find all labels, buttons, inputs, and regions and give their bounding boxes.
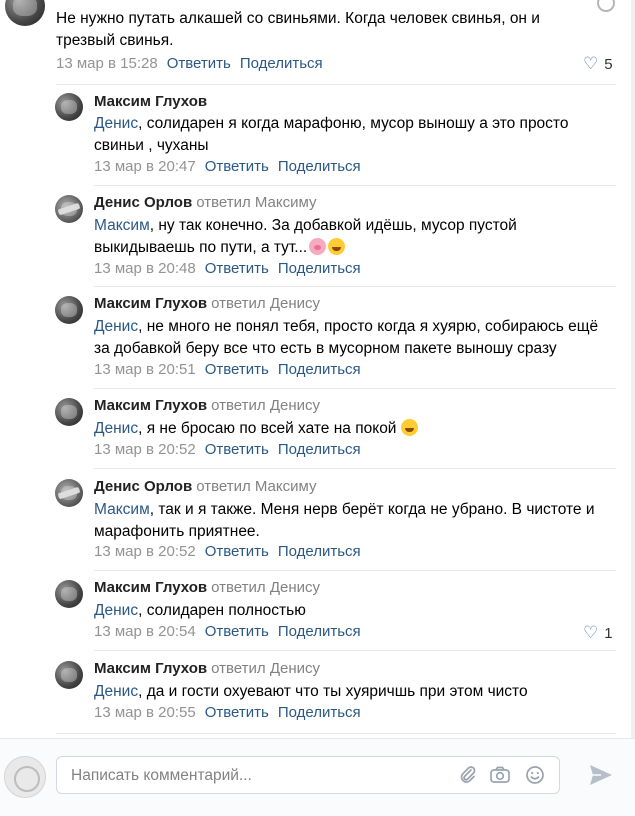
avatar[interactable] — [5, 0, 45, 26]
author-name[interactable]: Максим Глухов ответил Денису — [94, 295, 320, 312]
reply-to-label[interactable]: ответил Денису — [211, 660, 320, 677]
reply-to-label[interactable]: ответил Денису — [211, 579, 320, 596]
author-name[interactable]: Максим Глухов ответил Денису — [94, 660, 320, 677]
share-button[interactable]: Поделиться — [240, 55, 323, 72]
comment-date[interactable]: 13 мар в 20:52 — [94, 543, 196, 560]
scrollbar[interactable] — [631, 0, 635, 738]
avatar[interactable] — [55, 398, 83, 426]
current-user-avatar[interactable] — [4, 756, 46, 798]
comment-date[interactable]: 13 мар в 20:52 — [94, 441, 196, 458]
divider — [56, 84, 616, 85]
comment-composer: Написать комментарий... — [0, 738, 635, 816]
paperclip-icon[interactable] — [457, 765, 479, 787]
comment-meta: 13 мар в 20:51 Ответить Поделиться — [94, 361, 361, 378]
mention-link[interactable]: Максим — [94, 501, 150, 518]
author-name[interactable]: Максим Глухов — [94, 93, 207, 110]
comment-date[interactable]: 13 мар в 20:47 — [94, 158, 196, 175]
mention-link[interactable]: Максим — [94, 217, 150, 234]
share-button[interactable]: Поделиться — [278, 704, 361, 721]
avatar[interactable] — [55, 296, 83, 324]
pig-emoji-icon — [309, 238, 327, 255]
divider — [94, 468, 616, 469]
avatar[interactable] — [55, 661, 83, 689]
reply-button[interactable]: Ответить — [205, 361, 269, 378]
share-button[interactable]: Поделиться — [278, 361, 361, 378]
laughing-emoji-icon — [328, 238, 346, 255]
comment-meta: 13 мар в 20:48 Ответить Поделиться — [94, 260, 361, 277]
comment-input-placeholder: Написать комментарий... — [71, 767, 252, 784]
comment-text: Денис, я не бросаю по всей хате на покой — [94, 418, 614, 440]
like-count: 5 — [604, 56, 613, 73]
smiley-icon[interactable] — [524, 765, 546, 787]
divider — [94, 185, 616, 186]
send-arrow-icon[interactable] — [588, 763, 614, 787]
comment-text: Денис, да и гости охуевают что ты хуярич… — [94, 683, 528, 700]
author-name[interactable]: Максим Глухов ответил Денису — [94, 579, 320, 596]
reply-button[interactable]: Ответить — [205, 623, 269, 640]
share-button[interactable]: Поделиться — [278, 543, 361, 560]
like-button[interactable]: ♡ 1 — [583, 623, 613, 643]
reply-button[interactable]: Ответить — [205, 441, 269, 458]
camera-icon[interactable] — [489, 765, 511, 787]
divider — [94, 570, 616, 571]
heart-icon: ♡ — [583, 54, 599, 73]
comment-date[interactable]: 13 мар в 20:54 — [94, 623, 196, 640]
divider — [94, 286, 616, 287]
comment-meta: 13 мар в 20:52 Ответить Поделиться — [94, 543, 361, 560]
mention-link[interactable]: Денис — [94, 318, 138, 335]
like-button[interactable]: ♡ 5 — [583, 54, 613, 74]
comment-date[interactable]: 13 мар в 15:28 — [56, 55, 158, 72]
avatar[interactable] — [55, 479, 83, 507]
laughing-emoji-icon — [401, 419, 419, 436]
comment-meta: 13 мар в 15:28 Ответить Поделиться — [56, 55, 323, 72]
share-button[interactable]: Поделиться — [278, 623, 361, 640]
like-count: 1 — [604, 625, 613, 642]
avatar[interactable] — [55, 195, 83, 223]
author-name[interactable]: Максим Глухов ответил Денису — [94, 397, 320, 414]
comment-meta: 13 мар в 20:47 Ответить Поделиться — [94, 158, 361, 175]
mention-link[interactable]: Денис — [94, 420, 138, 437]
author-name[interactable]: Денис Орлов ответил Максиму — [94, 478, 316, 495]
reply-button[interactable]: Ответить — [167, 55, 231, 72]
comments-feed: Не нужно путать алкашей со свиньями. Ког… — [0, 0, 635, 738]
share-button[interactable]: Поделиться — [278, 158, 361, 175]
comment-text: Денис, не много не понял тебя, просто ко… — [94, 318, 599, 357]
share-button[interactable]: Поделиться — [278, 260, 361, 277]
comment-date[interactable]: 13 мар в 20:55 — [94, 704, 196, 721]
comment-text: Максим, ну так конечно. За добавкой идёш… — [94, 217, 517, 256]
heart-icon: ♡ — [583, 623, 599, 642]
reply-button[interactable]: Ответить — [205, 704, 269, 721]
reply-button[interactable]: Ответить — [205, 158, 269, 175]
comment-text: Денис, солидарен полностью — [94, 602, 306, 619]
avatar[interactable] — [55, 93, 83, 121]
comment-text: Максим, так и я также. Меня нерв берёт к… — [94, 501, 595, 540]
reply-to-label[interactable]: ответил Денису — [211, 397, 320, 414]
comment-meta: 13 мар в 20:54 Ответить Поделиться — [94, 623, 361, 640]
avatar[interactable] — [55, 580, 83, 608]
reply-to-label[interactable]: ответил Максиму — [196, 478, 316, 495]
reply-to-label[interactable]: ответил Максиму — [196, 194, 316, 211]
reply-button[interactable]: Ответить — [205, 260, 269, 277]
reply-to-label[interactable]: ответил Денису — [211, 295, 320, 312]
mention-link[interactable]: Денис — [94, 602, 138, 619]
divider — [94, 388, 616, 389]
mention-link[interactable]: Денис — [94, 115, 138, 132]
reply-button[interactable]: Ответить — [205, 543, 269, 560]
comment-date[interactable]: 13 мар в 20:51 — [94, 361, 196, 378]
mention-link[interactable]: Денис — [94, 683, 138, 700]
divider — [94, 650, 616, 651]
share-button[interactable]: Поделиться — [278, 441, 361, 458]
comment-meta: 13 мар в 20:52 Ответить Поделиться — [94, 441, 361, 458]
author-name[interactable]: Денис Орлов ответил Максиму — [94, 194, 316, 211]
comment-input[interactable]: Написать комментарий... — [56, 756, 560, 794]
comment-date[interactable]: 13 мар в 20:48 — [94, 260, 196, 277]
divider — [56, 733, 616, 734]
comment-options-icon[interactable] — [597, 0, 615, 12]
comment-text: Денис, солидарен я когда марафоню, мусор… — [94, 115, 569, 154]
comment-text: Не нужно путать алкашей со свиньями. Ког… — [56, 10, 540, 49]
comment-meta: 13 мар в 20:55 Ответить Поделиться — [94, 704, 361, 721]
